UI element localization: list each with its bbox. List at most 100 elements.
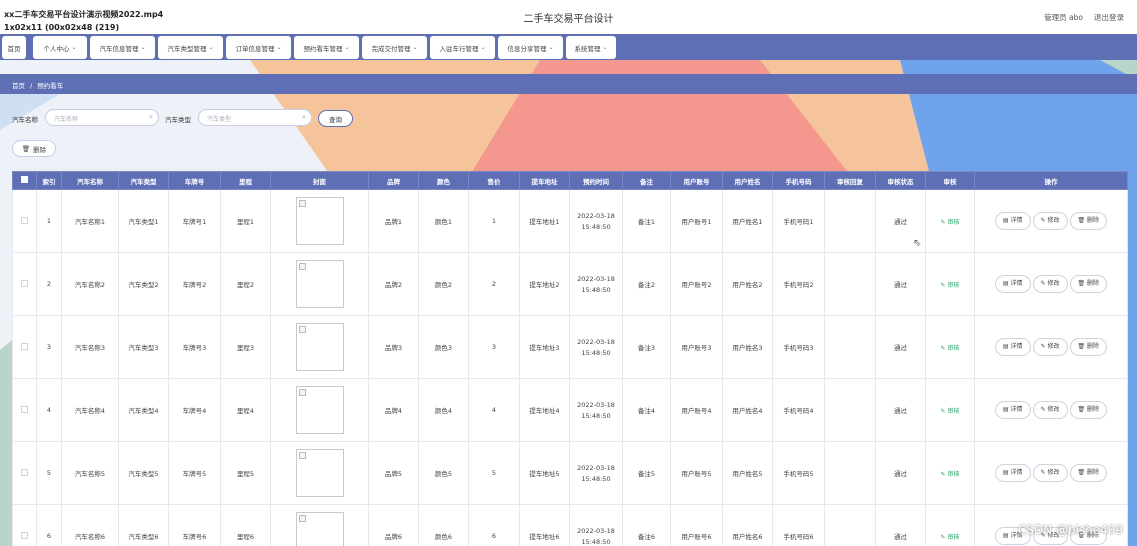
nav-share[interactable]: 信息分享管理 ⌄ — [498, 36, 563, 59]
nav-label: 入驻车行管理 — [439, 44, 479, 53]
cell-username: 用户姓名2 — [722, 252, 773, 316]
detail-button[interactable]: ▤ 详情 — [994, 464, 1031, 482]
mouse-cursor-icon: ⇖ — [913, 238, 922, 249]
car-name-label: 汽车名称 — [12, 116, 38, 124]
edit-icon: ✎ — [940, 407, 946, 415]
edit-button[interactable]: ✎ 修改 — [1032, 464, 1068, 482]
audit-link[interactable]: ✎ 审核 — [941, 282, 960, 289]
edit-button[interactable]: ✎ 修改 — [1032, 338, 1068, 356]
nav-label: 首页 — [7, 44, 21, 53]
select-all-checkbox[interactable] — [12, 171, 37, 190]
cell-username: 用户姓名1 — [722, 189, 773, 253]
delete-button[interactable]: 🗑 删除 — [1069, 338, 1108, 356]
row-checkbox[interactable] — [12, 441, 37, 505]
cell-username: 用户姓名5 — [722, 441, 773, 505]
detail-button[interactable]: ▤ 详情 — [994, 275, 1031, 293]
row-checkbox[interactable] — [12, 504, 37, 546]
detail-label: 详情 — [1010, 469, 1023, 476]
detail-button[interactable]: ▤ 详情 — [994, 212, 1031, 230]
audit-label: 审核 — [947, 281, 960, 289]
column-header: 汽车类型 — [118, 171, 169, 190]
audit-link[interactable]: ✎ 审核 — [941, 345, 960, 352]
audit-label: 审核 — [947, 470, 960, 478]
edit-icon: ✎ — [940, 281, 946, 289]
cell-address: 提车地址5 — [519, 441, 570, 505]
nav-booking[interactable]: 预约看车管理 ⌄ — [294, 36, 359, 59]
cell-type: 汽车类型4 — [118, 378, 169, 442]
cell-reply — [824, 441, 876, 505]
booking-time-cell: 2022-03-18 15:48:50 — [569, 441, 623, 505]
nav-car-info[interactable]: 汽车信息管理 ⌄ — [90, 36, 155, 59]
audit-link[interactable]: ✎ 审核 — [941, 534, 960, 541]
delete-button[interactable]: 🗑 删除 — [1069, 212, 1108, 230]
column-header: 售价 — [468, 171, 520, 190]
cell-status: 通过 — [875, 441, 926, 505]
query-button[interactable]: 查询 — [318, 110, 353, 127]
row-checkbox[interactable] — [12, 189, 37, 253]
nav-personal-center[interactable]: 个人中心 ⌄ — [33, 36, 87, 59]
cell-status: 通过 — [875, 378, 926, 442]
delete-button[interactable]: 🗑 删除 — [1069, 464, 1108, 482]
edit-icon: ✎ — [1040, 343, 1046, 350]
main-nav: 首页 个人中心 ⌄ 汽车信息管理 ⌄ 汽车类型管理 ⌄ 订单信息管理 ⌄ 预约看车管理 ⌄… — [0, 34, 1137, 60]
detail-label: 详情 — [1010, 343, 1023, 350]
cell-index: 1 — [36, 189, 62, 253]
audit-link[interactable]: ✎ 审核 — [941, 471, 960, 478]
cell-plate: 车牌号1 — [168, 189, 221, 253]
delete-label: 删除 — [1087, 406, 1100, 413]
broken-image-icon — [295, 449, 344, 497]
car-name-input[interactable]: 汽车名称 ⌕ — [45, 109, 159, 126]
cell-mileage: 里程3 — [220, 315, 271, 379]
nav-order-info[interactable]: 订单信息管理 ⌄ — [226, 36, 291, 59]
column-header: 封面 — [270, 171, 369, 190]
delete-button[interactable]: 🗑 删除 — [1069, 275, 1108, 293]
edit-button[interactable]: ✎ 修改 — [1032, 275, 1068, 293]
delete-label: 删除 — [1087, 469, 1100, 476]
edit-button[interactable]: ✎ 修改 — [1032, 401, 1068, 419]
detail-button[interactable]: ▤ 详情 — [994, 401, 1031, 419]
row-checkbox[interactable] — [12, 378, 37, 442]
breadcrumb-home[interactable]: 首页 — [12, 82, 25, 90]
actions-cell: ▤ 详情 ✎ 修改 🗑 删除 — [974, 378, 1128, 442]
booking-date: 2022-03-18 — [577, 526, 615, 535]
nav-home[interactable]: 首页 — [2, 36, 26, 59]
cell-status: 通过 — [875, 315, 926, 379]
audit-link[interactable]: ✎ 审核 — [941, 219, 960, 226]
nav-car-type[interactable]: 汽车类型管理 ⌄ — [158, 36, 223, 59]
cell-username: 用户姓名3 — [722, 315, 773, 379]
chevron-down-icon: ⌄ — [412, 44, 418, 51]
nav-system[interactable]: 系统管理 ⌄ — [566, 36, 616, 59]
row-checkbox[interactable] — [12, 315, 37, 379]
delete-label: 删除 — [1087, 280, 1100, 287]
audit-cell: ✎ 审核 — [925, 252, 975, 316]
row-checkbox[interactable] — [12, 252, 37, 316]
cell-address: 提车地址2 — [519, 252, 570, 316]
audit-link[interactable]: ✎ 审核 — [941, 408, 960, 415]
cell-account: 用户账号6 — [670, 504, 723, 546]
batch-delete-button[interactable]: 🗑 删除 — [12, 140, 56, 157]
cell-phone: 手机号码3 — [772, 315, 825, 379]
edit-button[interactable]: ✎ 修改 — [1032, 212, 1068, 230]
cover-cell — [270, 189, 369, 253]
cell-reply — [824, 504, 876, 546]
detail-icon: ▤ — [1002, 469, 1009, 476]
cell-brand: 品牌1 — [368, 189, 419, 253]
detail-button[interactable]: ▤ 详情 — [994, 338, 1031, 356]
cell-mileage: 里程2 — [220, 252, 271, 316]
trash-icon: 🗑 — [1077, 406, 1086, 413]
nav-dealer[interactable]: 入驻车行管理 ⌄ — [430, 36, 495, 59]
logout-link[interactable]: 退出登录 — [1094, 12, 1124, 23]
cell-type: 汽车类型3 — [118, 315, 169, 379]
column-header: 预约时间 — [569, 171, 623, 190]
column-header: 索引 — [36, 171, 62, 190]
delete-button[interactable]: 🗑 删除 — [1069, 401, 1108, 419]
broken-image-icon — [295, 260, 344, 308]
booking-time-cell: 2022-03-18 15:48:50 — [569, 252, 623, 316]
nav-label: 完成交付管理 — [371, 44, 411, 53]
car-type-input[interactable]: 汽车类型 ⌕ — [198, 109, 312, 126]
chevron-down-icon: ⌄ — [548, 44, 554, 51]
cell-price: 4 — [468, 378, 520, 442]
cell-color: 颜色3 — [418, 315, 469, 379]
cell-plate: 车牌号6 — [168, 504, 221, 546]
nav-delivery[interactable]: 完成交付管理 ⌄ — [362, 36, 427, 59]
